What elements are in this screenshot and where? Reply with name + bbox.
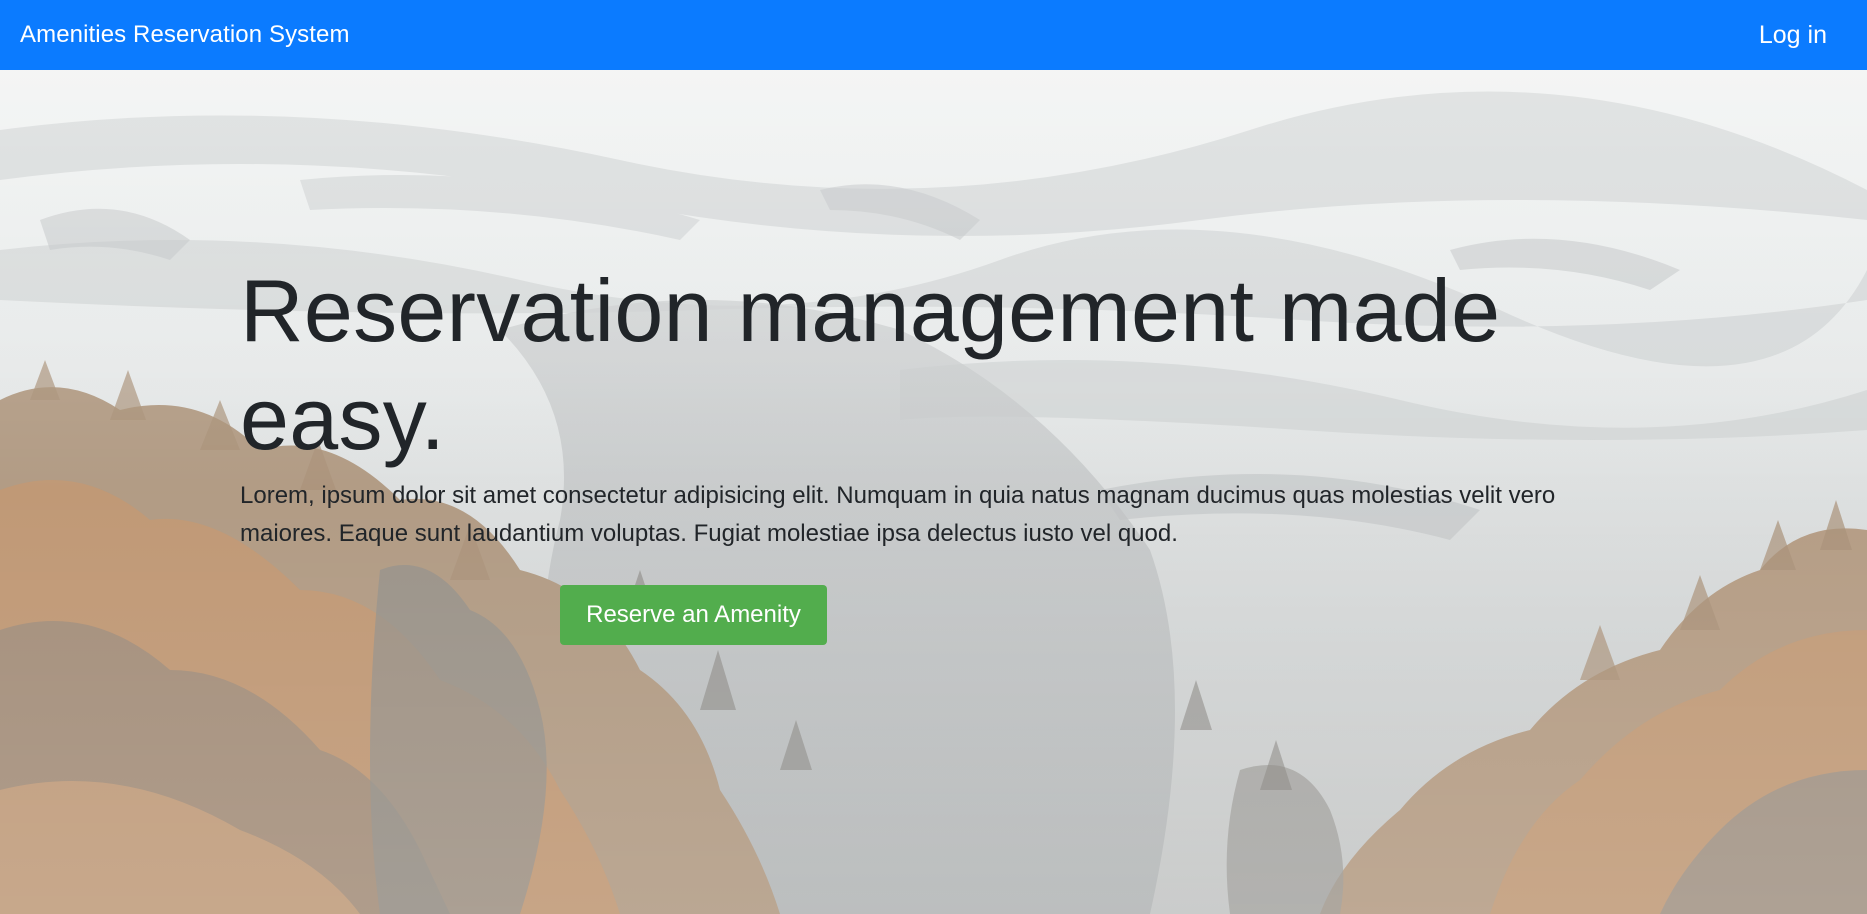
reserve-amenity-button[interactable]: Reserve an Amenity <box>560 585 827 645</box>
brand-link[interactable]: Amenities Reservation System <box>20 21 350 49</box>
hero-description: Lorem, ipsum dolor sit amet consectetur … <box>240 482 1556 547</box>
login-link[interactable]: Log in <box>1759 21 1827 50</box>
hero-content: Reservation management made easy. Lorem,… <box>240 257 1640 553</box>
hero-section: Reservation management made easy. Lorem,… <box>0 70 1867 914</box>
landing-page: Amenities Reservation System Log in Rese… <box>0 0 1867 914</box>
hero-headline: Reservation management made easy. <box>240 261 1501 468</box>
top-navbar: Amenities Reservation System Log in <box>0 0 1867 70</box>
